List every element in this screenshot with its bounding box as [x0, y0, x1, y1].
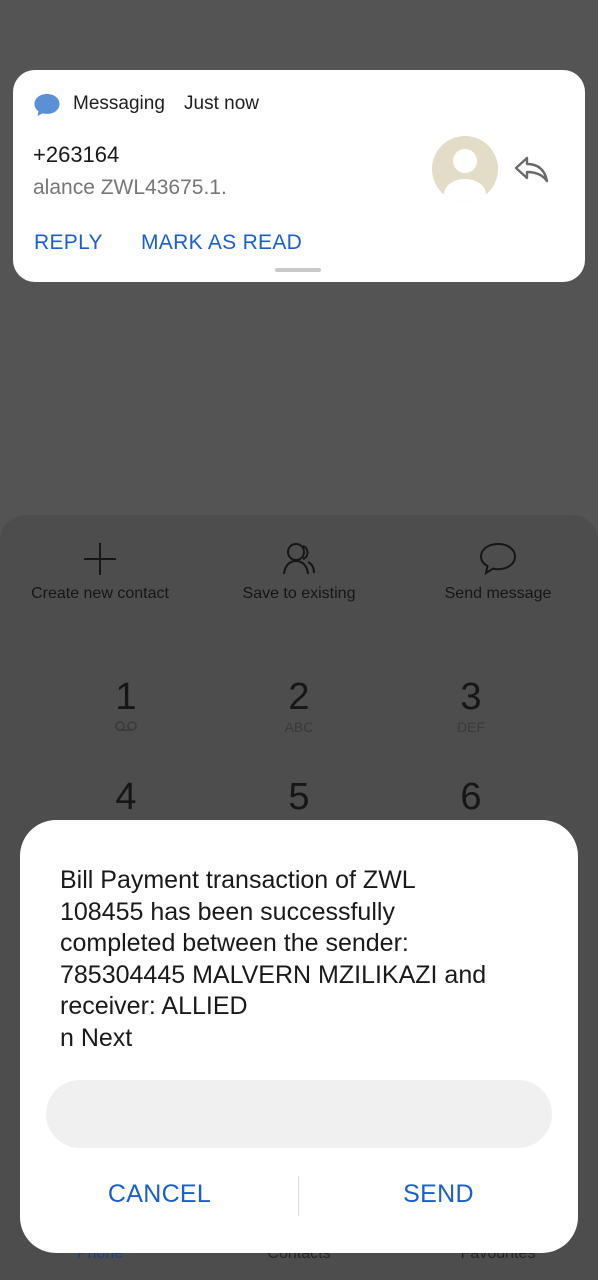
create-contact-label: Create new contact	[31, 585, 169, 602]
key-letters: DEF	[457, 719, 485, 735]
key-digit: 3	[460, 676, 482, 718]
key-5[interactable]: 5	[239, 777, 359, 817]
message-line: receiver: ALLIED	[60, 992, 248, 1020]
message-line: 108455 has been successfully	[60, 897, 395, 926]
ussd-dialog: Bill Payment transaction of ZWL 108455 h…	[20, 820, 578, 1253]
message-notification[interactable]: Messaging Just now +263164 alance ZWL436…	[13, 70, 585, 282]
save-to-existing-label: Save to existing	[242, 585, 356, 602]
key-digit: 2	[288, 676, 310, 718]
key-4[interactable]: 4	[66, 777, 186, 817]
response-input[interactable]	[46, 1080, 552, 1148]
save-to-existing-button[interactable]: Save to existing	[199, 541, 399, 603]
key-2[interactable]: 2 ABC	[239, 677, 359, 735]
message-line: completed between the sender:	[60, 929, 409, 957]
person-icon	[199, 541, 399, 575]
key-6[interactable]: 6	[411, 777, 531, 817]
sender-number: +263164	[33, 142, 120, 167]
key-digit: 1	[115, 676, 137, 718]
key-1[interactable]: 1	[66, 677, 186, 735]
plus-icon	[0, 541, 200, 575]
drag-handle[interactable]	[275, 268, 321, 272]
dialog-message: Bill Payment transaction of ZWL 108455 h…	[60, 865, 540, 1054]
chat-bubble-icon	[398, 541, 598, 576]
key-digit: 4	[115, 776, 137, 818]
message-line: 785304445 MALVERN MZILIKAZI and	[60, 960, 487, 989]
key-3[interactable]: 3 DEF	[411, 677, 531, 735]
reply-arrow-icon[interactable]	[513, 154, 551, 189]
key-letters: ABC	[284, 719, 314, 735]
send-button[interactable]: SEND	[299, 1170, 578, 1218]
send-message-label: Send message	[444, 585, 552, 602]
send-message-button[interactable]: Send message	[398, 541, 598, 603]
create-contact-button[interactable]: Create new contact	[0, 541, 200, 603]
message-line: Bill Payment transaction of ZWL	[60, 866, 416, 894]
person-icon	[444, 149, 486, 202]
chat-bubble-icon	[33, 92, 61, 123]
avatar	[432, 136, 498, 202]
key-digit: 5	[288, 776, 310, 818]
message-preview: alance ZWL43675.1.	[33, 176, 227, 199]
reply-button[interactable]: REPLY	[34, 231, 103, 255]
message-line: n Next	[60, 1023, 133, 1052]
app-name: Messaging	[73, 93, 165, 114]
mark-as-read-button[interactable]: MARK AS READ	[141, 231, 302, 255]
voicemail-icon	[66, 719, 186, 735]
cancel-button[interactable]: CANCEL	[20, 1170, 299, 1218]
key-digit: 6	[460, 776, 482, 818]
notification-time: Just now	[184, 93, 259, 114]
